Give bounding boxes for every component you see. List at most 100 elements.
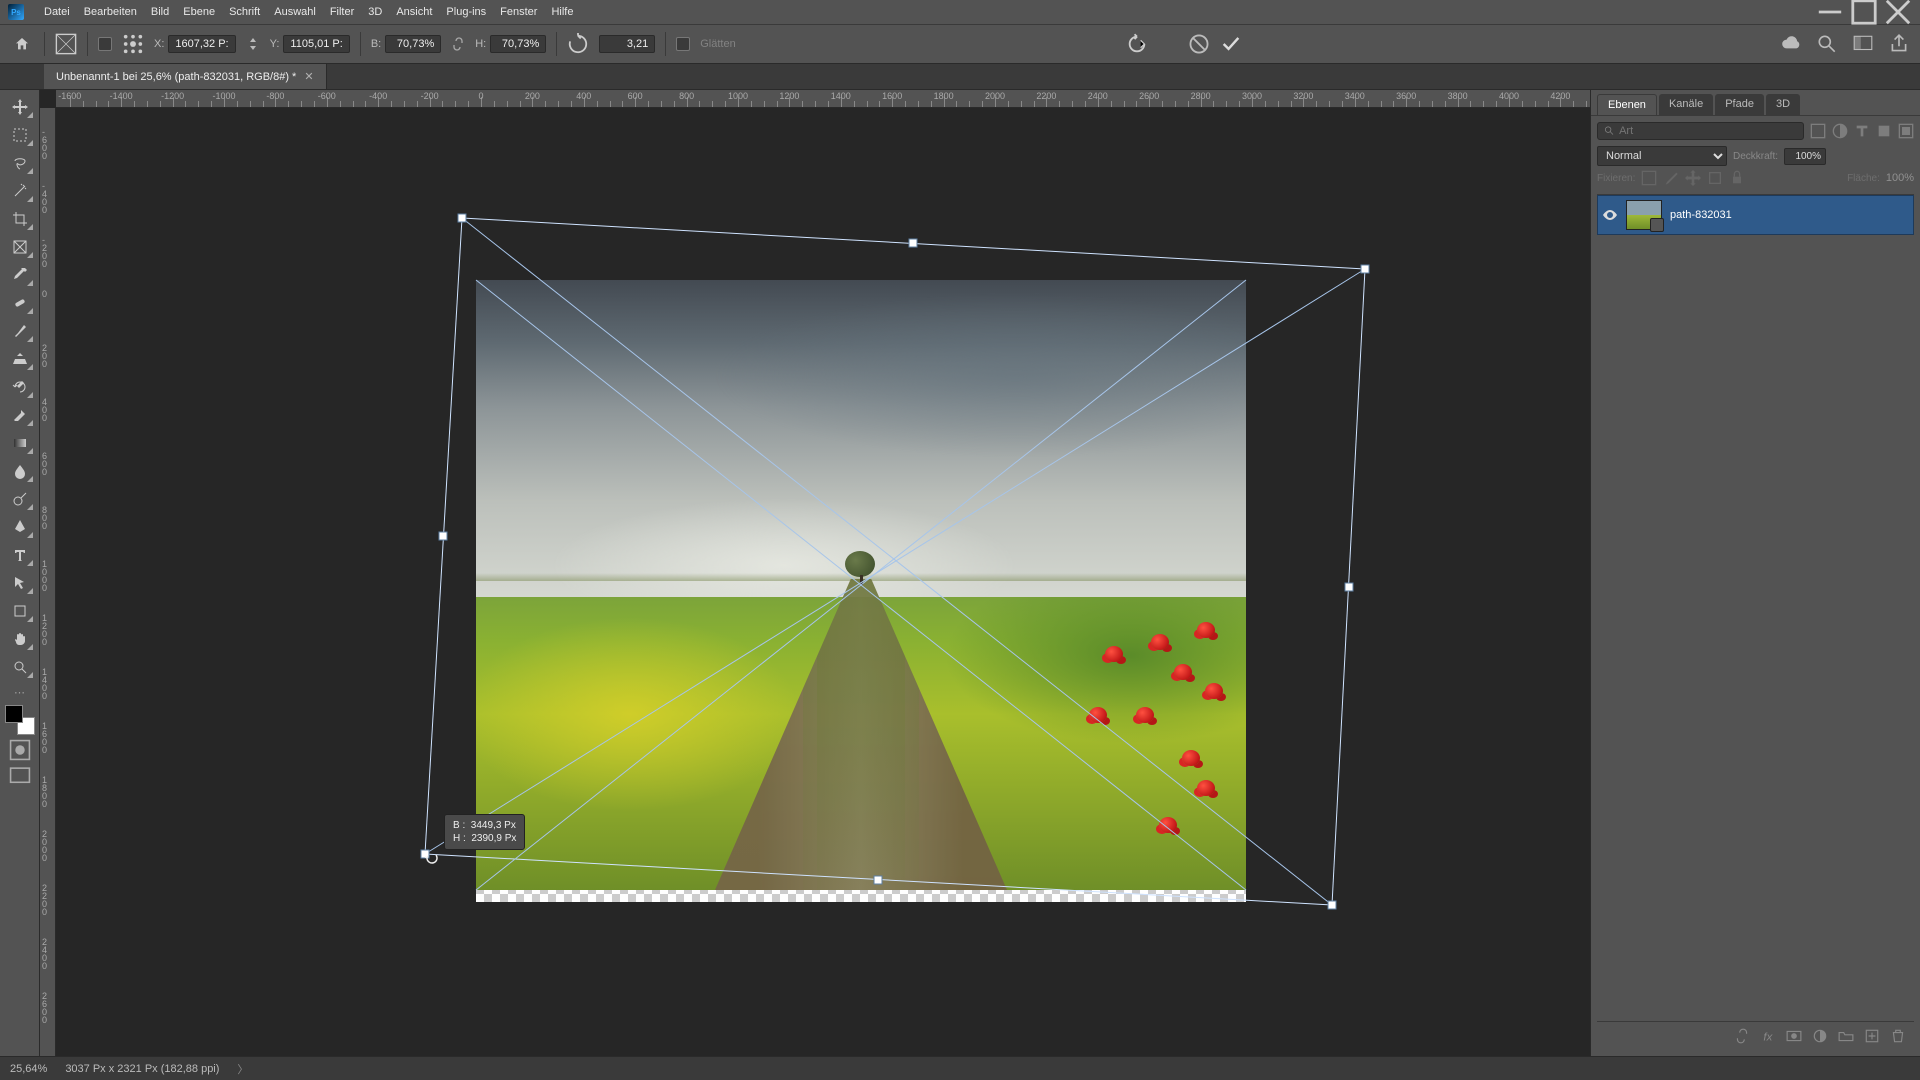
path-selection-tool[interactable] [5, 570, 35, 596]
h-field[interactable]: 70,73% [490, 35, 546, 53]
filter-type-icon[interactable] [1854, 123, 1870, 139]
menu-item[interactable]: Bild [151, 6, 169, 18]
crop-tool[interactable] [5, 206, 35, 232]
share-icon[interactable] [1888, 33, 1910, 55]
hand-tool[interactable] [5, 626, 35, 652]
tab-paths[interactable]: Pfade [1715, 94, 1764, 115]
layer-name[interactable]: path-832031 [1670, 209, 1732, 221]
rotation-field[interactable]: 3,21 [599, 35, 655, 53]
status-info-chevron-icon[interactable]: 〉 [237, 1061, 248, 1077]
layer-row[interactable]: path-832031 [1597, 195, 1914, 235]
magic-wand-tool[interactable] [5, 178, 35, 204]
opacity-field[interactable]: 100% [1784, 148, 1826, 165]
eraser-tool[interactable] [5, 402, 35, 428]
foreground-background-colors[interactable] [5, 705, 35, 735]
brush-tool[interactable] [5, 318, 35, 344]
tab-channels[interactable]: Kanäle [1659, 94, 1713, 115]
filter-smart-icon[interactable] [1898, 123, 1914, 139]
screen-mode-icon[interactable] [9, 765, 31, 787]
type-tool[interactable] [5, 542, 35, 568]
history-brush-tool[interactable] [5, 374, 35, 400]
layer-style-icon[interactable]: fx [1760, 1028, 1776, 1044]
menu-item[interactable]: Fenster [500, 6, 537, 18]
antialias-checkbox[interactable] [676, 37, 690, 51]
eyedropper-tool[interactable] [5, 262, 35, 288]
layer-filter-input[interactable] [1619, 125, 1797, 137]
layer-thumbnail[interactable] [1626, 200, 1662, 230]
workspace-switcher-icon[interactable] [1852, 33, 1874, 55]
x-field[interactable]: 1607,32 P: [168, 35, 235, 53]
reference-point-grid-icon[interactable] [122, 33, 144, 55]
layer-visibility-icon[interactable] [1602, 207, 1618, 223]
blend-mode-select[interactable]: Normal [1597, 146, 1727, 166]
menu-item[interactable]: 3D [368, 6, 382, 18]
link-layers-icon[interactable] [1734, 1028, 1750, 1044]
link-aspect-icon[interactable] [451, 37, 465, 51]
tab-layers[interactable]: Ebenen [1597, 94, 1657, 115]
zoom-tool[interactable] [5, 654, 35, 680]
menu-item[interactable]: Bearbeiten [84, 6, 137, 18]
menu-item[interactable]: Schrift [229, 6, 260, 18]
window-minimize-icon[interactable] [1816, 4, 1844, 20]
menu-item[interactable]: Filter [330, 6, 354, 18]
edit-toolbar-icon[interactable]: ⋯ [14, 686, 25, 699]
zoom-level[interactable]: 25,64% [10, 1063, 47, 1075]
marquee-tool[interactable] [5, 122, 35, 148]
filter-pixel-icon[interactable] [1810, 123, 1826, 139]
search-icon[interactable] [1816, 33, 1838, 55]
menu-item[interactable]: Auswahl [274, 6, 316, 18]
move-tool[interactable] [5, 94, 35, 120]
document-tab[interactable]: Unbenannt-1 bei 25,6% (path-832031, RGB/… [44, 64, 327, 89]
filter-adjustment-icon[interactable] [1832, 123, 1848, 139]
layer-mask-icon[interactable] [1786, 1028, 1802, 1044]
canvas-area[interactable]: -1600-1400-1200-1000-800-600-400-2000200… [40, 90, 1590, 1056]
canvas-image[interactable] [476, 280, 1246, 890]
adjustment-layer-icon[interactable] [1812, 1028, 1828, 1044]
commit-transform-icon[interactable] [1220, 33, 1242, 55]
w-field[interactable]: 70,73% [385, 35, 441, 53]
transform-reset-icon[interactable] [1126, 33, 1148, 55]
lock-artboard-icon[interactable] [1707, 170, 1723, 186]
transform-tool-icon[interactable] [55, 33, 77, 55]
filter-shape-icon[interactable] [1876, 123, 1892, 139]
ruler-horizontal[interactable]: -1600-1400-1200-1000-800-600-400-2000200… [56, 90, 1590, 108]
window-maximize-icon[interactable] [1850, 4, 1878, 20]
reference-point-toggle[interactable] [98, 37, 112, 51]
y-field[interactable]: 1105,01 P: [283, 35, 349, 53]
delete-layer-icon[interactable] [1890, 1028, 1906, 1044]
fill-field[interactable]: 100% [1886, 172, 1914, 184]
new-layer-icon[interactable] [1864, 1028, 1880, 1044]
close-tab-icon[interactable]: ✕ [304, 70, 313, 83]
lock-pixels-icon[interactable] [1663, 170, 1679, 186]
healing-brush-tool[interactable] [5, 290, 35, 316]
menu-item[interactable]: Datei [44, 6, 70, 18]
window-close-icon[interactable] [1884, 4, 1912, 20]
shape-tool[interactable] [5, 598, 35, 624]
swap-xy-icon[interactable] [246, 37, 260, 51]
blur-tool[interactable] [5, 458, 35, 484]
clone-stamp-tool[interactable] [5, 346, 35, 372]
tab-3d[interactable]: 3D [1766, 94, 1800, 115]
ruler-vertical[interactable]: - 6 0 0- 4 0 0- 2 0 002 0 04 0 06 0 08 0… [40, 108, 56, 1056]
lasso-tool[interactable] [5, 150, 35, 176]
y-label: Y: [270, 38, 280, 50]
quick-mask-icon[interactable] [9, 739, 31, 761]
document-info[interactable]: 3037 Px x 2321 Px (182,88 ppi) [65, 1063, 219, 1075]
layer-group-icon[interactable] [1838, 1028, 1854, 1044]
h-label: H: [475, 38, 486, 50]
layer-filter-search[interactable] [1597, 122, 1804, 140]
menu-item[interactable]: Plug-ins [446, 6, 486, 18]
dodge-tool[interactable] [5, 486, 35, 512]
pen-tool[interactable] [5, 514, 35, 540]
menu-item[interactable]: Ansicht [396, 6, 432, 18]
menu-item[interactable]: Hilfe [551, 6, 573, 18]
gradient-tool[interactable] [5, 430, 35, 456]
lock-transparency-icon[interactable] [1641, 170, 1657, 186]
lock-all-icon[interactable] [1729, 170, 1745, 186]
cancel-transform-icon[interactable] [1188, 33, 1210, 55]
menu-item[interactable]: Ebene [183, 6, 215, 18]
cloud-docs-icon[interactable] [1780, 33, 1802, 55]
lock-position-icon[interactable] [1685, 170, 1701, 186]
home-icon[interactable] [10, 32, 34, 56]
frame-tool[interactable] [5, 234, 35, 260]
